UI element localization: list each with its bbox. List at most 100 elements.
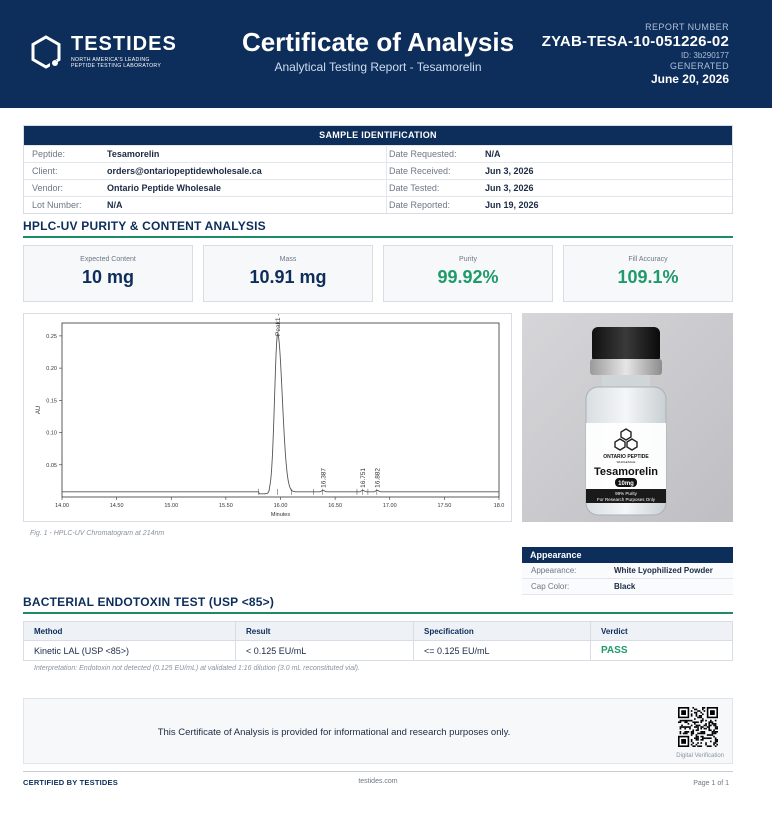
qr-label: Digital Verification xyxy=(676,753,724,759)
peak-label: 16.387 xyxy=(320,468,327,488)
field-label: Date Requested: xyxy=(389,149,457,159)
brand-name: TESTIDES xyxy=(71,33,177,55)
card-value: 10 mg xyxy=(81,267,135,287)
report-meta: REPORT NUMBER ZYAB-TESA-10-051226-02 ID:… xyxy=(542,22,729,87)
field-label: Date Tested: xyxy=(389,183,440,193)
endotoxin-interpretation: Interpretation: Endotoxin not detected (… xyxy=(34,665,360,672)
table-row: Client: orders@ontariopeptidewholesale.ca… xyxy=(24,162,732,179)
vial-brand-sub: WHOLESALE xyxy=(617,460,636,464)
field-value: N/A xyxy=(485,149,501,159)
field-value: Tesamorelin xyxy=(107,149,160,159)
endotoxin-table: Method Result Specification Verdict Kine… xyxy=(23,621,733,661)
x-tick-label: 14.50 xyxy=(110,503,124,509)
field-value: Jun 3, 2026 xyxy=(485,183,534,193)
hplc-stat-cards: Expected Content 10 mg Mass 10.91 mg Pur… xyxy=(23,245,733,302)
field-value: Black xyxy=(614,582,636,591)
footer-page-number: Page 1 of 1 xyxy=(693,780,729,787)
y-tick-label: 0.20 xyxy=(46,366,57,372)
sample-identification-table: SAMPLE IDENTIFICATION Peptide: Tesamoreli… xyxy=(23,125,733,214)
table-row: Cap Color: Black xyxy=(522,579,733,595)
field-value: orders@ontariopeptidewholesale.ca xyxy=(107,166,262,176)
y-axis-ticks: 0.05 0.10 0.15 0.20 0.25 xyxy=(46,334,62,469)
vial-purity: 99% Purity xyxy=(615,491,638,496)
report-id: ID: 3b290177 xyxy=(680,51,729,60)
hexagon-logo-icon xyxy=(31,34,61,69)
fill-accuracy-card: Fill Accuracy 109.1% xyxy=(563,245,733,302)
disclaimer-text: This Certificate of Analysis is provided… xyxy=(157,727,511,738)
y-axis-label: AU xyxy=(36,406,42,414)
column-header-specification: Specification xyxy=(413,621,591,641)
table-row: Peptide: Tesamorelin Date Requested: N/A xyxy=(24,145,732,162)
table-header-row: Method Result Specification Verdict xyxy=(23,621,733,641)
y-tick-label: 0.10 xyxy=(46,431,57,437)
field-value: Jun 3, 2026 xyxy=(485,166,534,176)
generated-label: GENERATED xyxy=(670,61,729,71)
x-tick-label: 17.50 xyxy=(437,503,451,509)
report-number: ZYAB-TESA-10-051226-02 xyxy=(541,33,729,50)
column-header-method: Method xyxy=(23,621,236,641)
mass-card: Mass 10.91 mg xyxy=(203,245,373,302)
peak-label: Peak1 - 15.974 xyxy=(275,314,282,336)
method-cell: Kinetic LAL (USP <85>) xyxy=(23,640,236,661)
expected-content-card: Expected Content 10 mg xyxy=(23,245,193,302)
card-label: Mass xyxy=(279,256,297,263)
report-number-label: REPORT NUMBER xyxy=(645,22,729,32)
figure-caption: Fig. 1 - HPLC-UV Chromatogram at 214nm xyxy=(30,530,165,537)
vial-dose: 10mg xyxy=(618,481,634,487)
x-tick-label: 18.0 xyxy=(494,503,505,509)
x-axis-ticks: 14.00 14.50 15.00 15.50 16.00 16.50 17.00 17.50… xyxy=(55,497,504,509)
field-label: Appearance: xyxy=(531,566,577,575)
card-label: Fill Accuracy xyxy=(628,256,668,263)
x-tick-label: 15.00 xyxy=(164,503,178,509)
table-row: Kinetic LAL (USP <85>) < 0.125 EU/mL <= … xyxy=(23,640,733,661)
hplc-section-title: HPLC-UV PURITY & CONTENT ANALYSIS xyxy=(23,219,733,238)
field-value: Ontario Peptide Wholesale xyxy=(107,183,222,193)
verdict-cell: PASS xyxy=(601,645,628,656)
footer-divider xyxy=(23,771,733,772)
field-label: Client: xyxy=(32,166,58,176)
result-cell: < 0.125 EU/mL xyxy=(235,640,414,661)
y-tick-label: 0.15 xyxy=(46,398,57,404)
vial-illustration: ONTARIO PEPTIDE WHOLESALE Tesamorelin 10… xyxy=(522,313,733,522)
card-label: Expected Content xyxy=(80,256,136,263)
appearance-title: Appearance xyxy=(522,547,733,563)
page-subtitle: Analytical Testing Report - Tesamorelin xyxy=(274,60,482,74)
field-label: Cap Color: xyxy=(531,582,570,591)
plot-frame xyxy=(61,322,500,498)
chromatogram-plot: 0.05 0.10 0.15 0.20 0.25 14.00 14.50 15.00 15.5… xyxy=(36,314,504,518)
table-row: Vendor: Ontario Peptide Wholesale Date Te… xyxy=(24,179,732,196)
report-header: TESTIDES NORTH AMERICA'S LEADING PEPTIDE… xyxy=(0,0,772,108)
purity-card: Purity 99.92% xyxy=(383,245,553,302)
testides-logo: TESTIDES NORTH AMERICA'S LEADING PEPTIDE… xyxy=(30,34,177,69)
field-value: White Lyophilized Powder xyxy=(614,566,713,575)
column-header-result: Result xyxy=(235,621,414,641)
generated-date: June 20, 2026 xyxy=(650,72,729,86)
peak-label: 16.882 xyxy=(374,468,381,488)
x-tick-label: 14.00 xyxy=(55,503,69,509)
y-tick-label: 0.25 xyxy=(46,334,57,340)
x-tick-label: 16.50 xyxy=(328,503,342,509)
table-row: Lot Number: N/A Date Reported: Jun 19, 202… xyxy=(24,196,732,213)
field-label: Vendor: xyxy=(32,183,64,193)
column-header-verdict: Verdict xyxy=(590,621,733,641)
card-value: 99.92% xyxy=(437,267,499,287)
footer-website-link[interactable]: testides.com xyxy=(340,778,416,785)
x-tick-label: 16.00 xyxy=(274,503,288,509)
x-tick-label: 17.00 xyxy=(383,503,397,509)
sample-identification-title: SAMPLE IDENTIFICATION xyxy=(24,126,732,145)
card-value: 10.91 mg xyxy=(249,267,327,287)
appearance-table: Appearance Appearance: White Lyophilized… xyxy=(522,547,733,595)
table-row: Appearance: White Lyophilized Powder xyxy=(522,563,733,579)
hplc-chromatogram: 0.05 0.10 0.15 0.20 0.25 14.00 14.50 15.00 15.5… xyxy=(23,313,512,522)
footer-certified: CERTIFIED BY TESTIDES xyxy=(23,778,118,787)
card-value: 109.1% xyxy=(617,267,679,287)
qr-code[interactable] xyxy=(678,707,719,752)
vial-photo: ONTARIO PEPTIDE WHOLESALE Tesamorelin 10… xyxy=(522,313,733,522)
field-label: Date Received: xyxy=(389,166,451,176)
qr-code-icon xyxy=(678,707,719,748)
field-value: N/A xyxy=(107,200,123,210)
peak-label: 16.751 xyxy=(360,468,367,488)
card-label: Purity xyxy=(459,256,477,263)
disclaimer-box: This Certificate of Analysis is provided… xyxy=(23,698,733,764)
specification-cell: <= 0.125 EU/mL xyxy=(413,640,591,661)
